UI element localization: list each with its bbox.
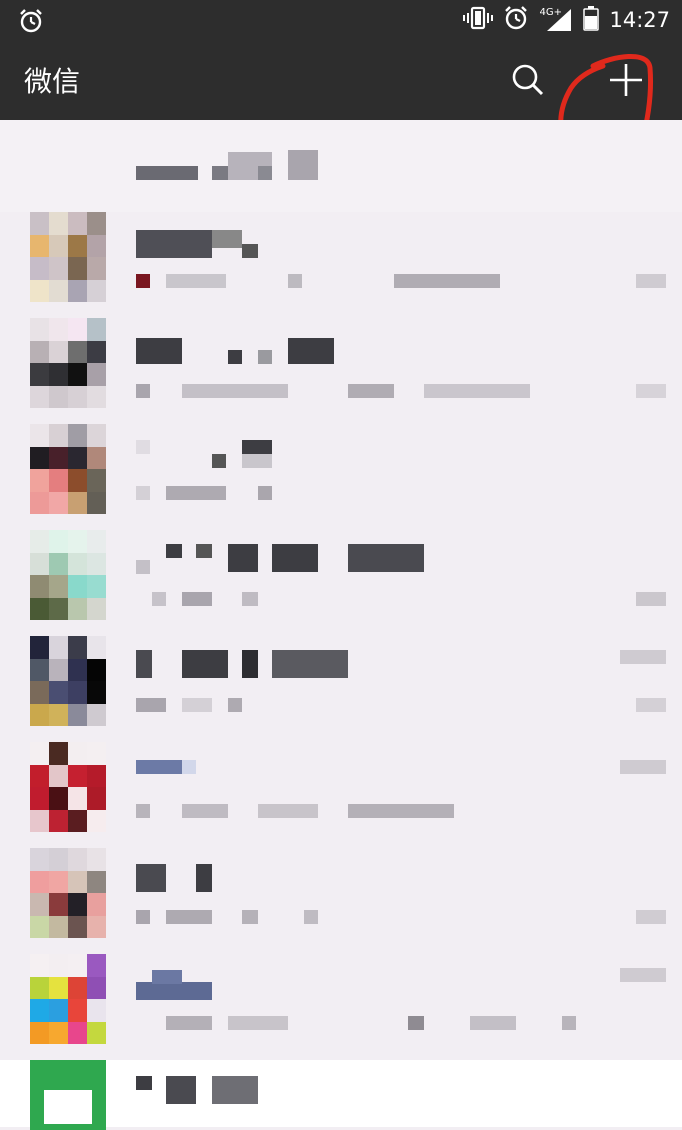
alarm-icon <box>503 5 529 35</box>
search-icon[interactable] <box>510 62 546 102</box>
avatar <box>30 742 106 832</box>
alarm-icon <box>18 8 44 38</box>
battery-icon <box>583 5 600 35</box>
avatar <box>30 954 106 1044</box>
list-item[interactable] <box>0 954 682 1060</box>
list-item[interactable] <box>0 636 682 742</box>
list-item[interactable] <box>0 1060 682 1130</box>
avatar <box>30 318 106 408</box>
status-time: 14:27 <box>609 8 670 32</box>
vibrate-icon <box>463 6 494 34</box>
list-item[interactable] <box>0 424 682 530</box>
status-bar: 4G+ 14:27 <box>0 0 682 40</box>
list-item[interactable] <box>0 742 682 848</box>
list-item[interactable] <box>0 318 682 424</box>
app-bar: 微信 <box>0 40 682 161</box>
list-item[interactable] <box>0 530 682 636</box>
list-item[interactable] <box>0 848 682 954</box>
avatar <box>30 1060 106 1130</box>
avatar <box>30 848 106 938</box>
avatar <box>30 424 106 514</box>
list-item[interactable] <box>0 212 682 318</box>
pinned-item[interactable] <box>0 120 682 212</box>
avatar <box>30 530 106 620</box>
avatar <box>30 636 106 726</box>
avatar <box>30 212 106 302</box>
signal-icon: 4G+ <box>539 7 573 33</box>
page-title: 微信 <box>24 65 81 98</box>
